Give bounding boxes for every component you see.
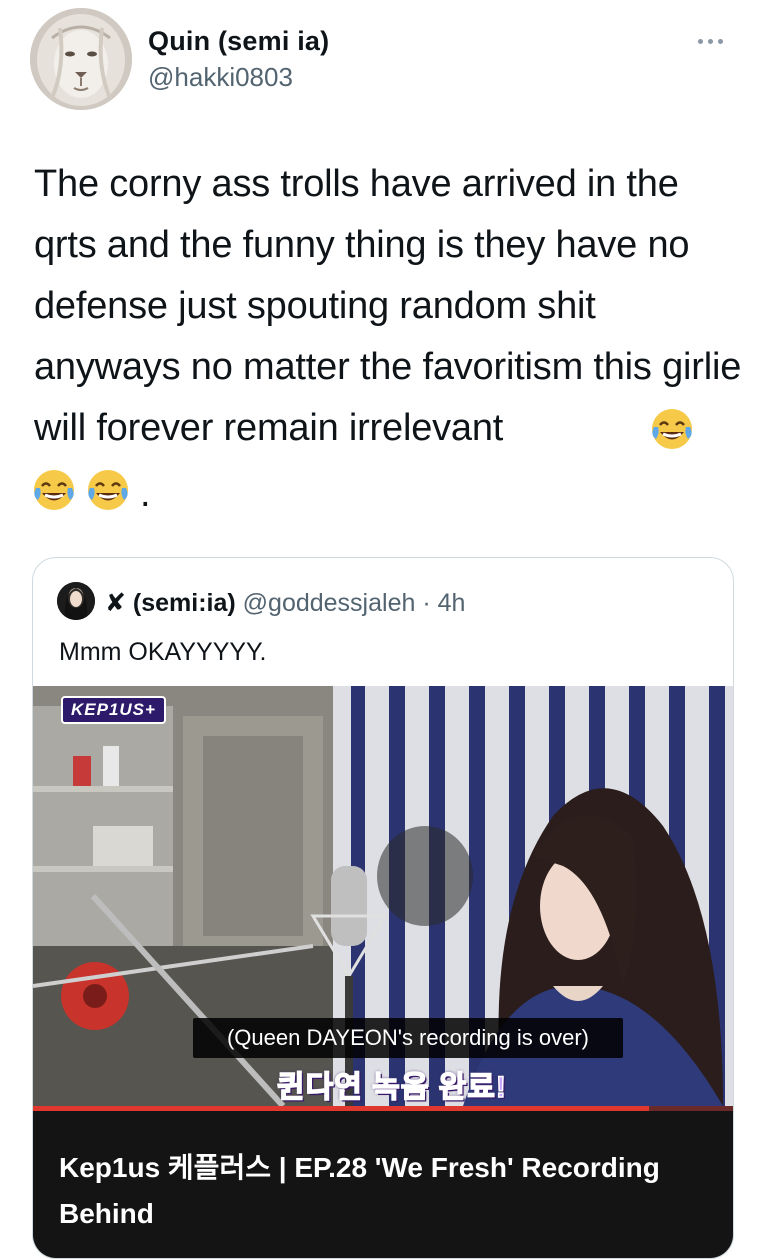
quoted-timestamp[interactable]: 4h bbox=[438, 589, 466, 617]
quoted-author-avatar[interactable] bbox=[57, 582, 95, 620]
tweet: Quin (semi ia) @hakki0803 The corny ass … bbox=[0, 0, 764, 1259]
face-with-tears-of-joy-icon bbox=[652, 409, 692, 449]
quoted-handle[interactable]: @goddessjaleh bbox=[243, 589, 416, 617]
quoted-tweet-text: Mmm OKAYYYYY. bbox=[59, 638, 267, 666]
quoted-video-thumbnail[interactable]: KEP1US+ (Queen DAYEON's recording is ove… bbox=[33, 686, 733, 1106]
more-dot bbox=[697, 38, 703, 44]
emoji-inline bbox=[648, 405, 696, 453]
link-preview-card[interactable]: Kep1us 케플러스 | EP.28 'We Fresh' Recording… bbox=[33, 1111, 733, 1258]
face-with-tears-of-joy-icon bbox=[88, 470, 128, 510]
quoted-avatar-icon bbox=[57, 582, 95, 620]
author-display-name[interactable]: Quin (semi ia) bbox=[148, 26, 329, 57]
quoted-author-row: ✘ (semi:ia) @goddessjaleh · 4h bbox=[105, 588, 465, 618]
quoted-separator: · bbox=[422, 589, 431, 617]
more-dot bbox=[717, 38, 723, 44]
quoted-tweet-card[interactable]: ✘ (semi:ia) @goddessjaleh · 4h Mmm OKAYY… bbox=[32, 557, 734, 1259]
subtitle-korean: 퀸다연 녹음 완료! bbox=[276, 1070, 507, 1105]
more-options-icon[interactable] bbox=[690, 26, 730, 56]
face-with-tears-of-joy-icon bbox=[34, 470, 74, 510]
more-dot bbox=[707, 38, 713, 44]
tweet-text: The corny ass trolls have arrived in the… bbox=[34, 163, 742, 449]
subtitle-english: (Queen DAYEON's recording is over) bbox=[193, 1018, 623, 1058]
tweet-trailing-period: . bbox=[140, 473, 151, 515]
emoji-row: . bbox=[30, 466, 151, 514]
lion-avatar-icon bbox=[30, 8, 132, 110]
quoted-display-name[interactable]: ✘ (semi:ia) bbox=[105, 589, 236, 617]
author-avatar[interactable] bbox=[30, 8, 132, 110]
link-preview-title: Kep1us 케플러스 | EP.28 'We Fresh' Recording… bbox=[59, 1152, 660, 1229]
author-handle[interactable]: @hakki0803 bbox=[148, 62, 293, 93]
show-logo: KEP1US+ bbox=[61, 696, 166, 724]
